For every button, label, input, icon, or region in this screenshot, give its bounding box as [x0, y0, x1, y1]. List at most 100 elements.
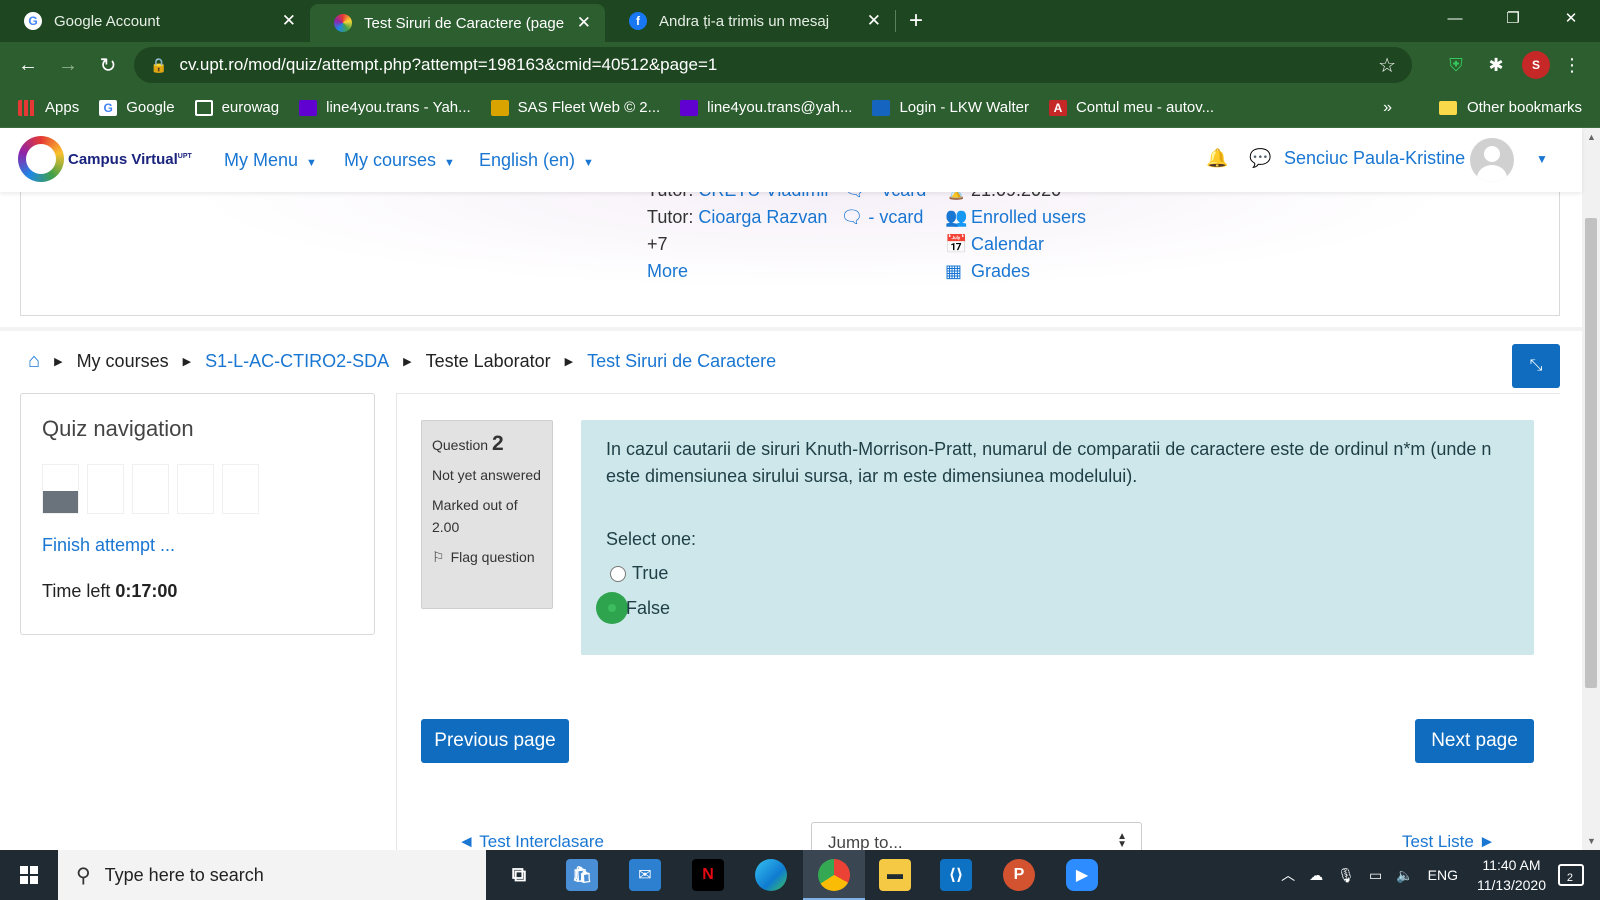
- my-courses-dropdown[interactable]: My courses ▼: [344, 150, 455, 171]
- tab-facebook[interactable]: f Andra ți-a trimis un mesaj ✕: [605, 0, 895, 42]
- bookmark-contul-meu[interactable]: A Contul meu - autov...: [1048, 99, 1214, 116]
- chat-icon[interactable]: 🗨: [840, 207, 863, 227]
- breadcrumb-course[interactable]: S1-L-AC-CTIRO2-SDA: [205, 351, 389, 372]
- bookmark-sas-fleet[interactable]: SAS Fleet Web © 2...: [490, 99, 660, 116]
- user-avatar[interactable]: [1470, 138, 1514, 182]
- question-nav-button-4[interactable]: [177, 464, 214, 514]
- minimize-icon[interactable]: —: [1426, 0, 1484, 36]
- address-bar[interactable]: 🔒 cv.upt.ro/mod/quiz/attempt.php?attempt…: [134, 47, 1412, 83]
- home-icon[interactable]: ⌂: [28, 350, 40, 373]
- scrollbar-thumb[interactable]: [1585, 218, 1597, 688]
- page-scrollbar[interactable]: ▲ ▼: [1582, 128, 1600, 850]
- bookmark-apps[interactable]: Apps: [18, 99, 79, 116]
- task-view-icon[interactable]: ⧉: [503, 859, 535, 891]
- vcard-link[interactable]: - vcard: [868, 207, 923, 227]
- tutor-row-2: Tutor: Cioarga Razvan 🗨 - vcard: [647, 207, 924, 227]
- bookmark-yahoo-1[interactable]: line4you.trans - Yah...: [299, 99, 471, 116]
- taskbar-search[interactable]: ⚲ Type here to search: [58, 850, 486, 900]
- finish-attempt-link[interactable]: Finish attempt ...: [42, 535, 175, 556]
- powerpoint-icon[interactable]: P: [1003, 859, 1035, 891]
- edge-icon[interactable]: [755, 859, 787, 891]
- store-icon[interactable]: 🛍: [566, 859, 598, 891]
- start-button[interactable]: [0, 850, 58, 900]
- user-name[interactable]: Senciuc Paula-Kristine: [1284, 148, 1465, 169]
- onedrive-icon[interactable]: ☁: [1309, 867, 1323, 884]
- my-menu-dropdown[interactable]: My Menu ▼: [224, 150, 317, 171]
- breadcrumb: ⌂ ▶ My courses ▶ S1-L-AC-CTIRO2-SDA ▶ Te…: [28, 350, 776, 373]
- question-nav-button-2[interactable]: [87, 464, 124, 514]
- bookmark-yahoo-2[interactable]: line4you.trans@yah...: [680, 99, 852, 116]
- previous-activity-link[interactable]: ◄ Test Interclasare: [458, 832, 604, 850]
- bookmark-lkw-walter[interactable]: Login - LKW Walter: [872, 99, 1029, 116]
- language-dropdown[interactable]: English (en) ▼: [479, 150, 594, 171]
- vscode-icon[interactable]: ⟨⟩: [940, 859, 972, 891]
- notifications-bell-icon[interactable]: 🔔: [1206, 148, 1228, 169]
- grades-link[interactable]: ▦ Grades: [945, 261, 1030, 282]
- file-explorer-icon[interactable]: ▬: [879, 859, 911, 891]
- bookmark-google[interactable]: G Google: [99, 99, 175, 116]
- question-nav-button-5[interactable]: [222, 464, 259, 514]
- close-window-icon[interactable]: ✕: [1542, 0, 1600, 36]
- more-bookmarks-button[interactable]: »: [1383, 99, 1392, 117]
- browser-menu-icon[interactable]: ⋮: [1558, 51, 1586, 79]
- collapse-fullscreen-button[interactable]: ⤡: [1512, 344, 1560, 388]
- flag-icon: ⚐: [432, 549, 445, 565]
- bookmark-eurowag[interactable]: eurowag: [194, 99, 279, 116]
- scroll-down-icon[interactable]: ▼: [1587, 836, 1596, 846]
- zoom-icon[interactable]: ▶: [1066, 859, 1098, 891]
- back-icon[interactable]: ←: [8, 45, 48, 85]
- question-nav-button-1[interactable]: [42, 464, 79, 514]
- restore-icon[interactable]: ❐: [1484, 0, 1542, 36]
- profile-avatar[interactable]: S: [1522, 51, 1550, 79]
- option-false[interactable]: False: [596, 592, 670, 624]
- user-menu-caret-icon[interactable]: ▼: [1536, 152, 1548, 166]
- previous-page-button[interactable]: Previous page: [421, 719, 569, 763]
- tutor-link[interactable]: CRETU Vladimir: [698, 192, 830, 200]
- calendar-link[interactable]: 📅 Calendar: [945, 234, 1044, 255]
- extensions-puzzle-icon[interactable]: ✱: [1482, 51, 1510, 79]
- notification-center-icon[interactable]: 2: [1558, 864, 1584, 886]
- close-tab-icon[interactable]: ✕: [577, 13, 591, 33]
- bookmark-star-icon[interactable]: ☆: [1378, 53, 1396, 78]
- jump-to-select[interactable]: Jump to... ▲ ▼: [811, 822, 1142, 850]
- option-true[interactable]: True: [610, 560, 668, 587]
- shield-extension-icon[interactable]: ⛨: [1442, 51, 1470, 79]
- tab-google-account[interactable]: G Google Account ✕: [0, 0, 310, 42]
- forward-icon[interactable]: →: [48, 45, 88, 85]
- close-tab-icon[interactable]: ✕: [282, 11, 296, 31]
- more-tutors-link[interactable]: More: [647, 261, 688, 282]
- chat-icon[interactable]: 🗨: [843, 192, 866, 200]
- enrolled-users-link[interactable]: 👥 Enrolled users: [945, 207, 1086, 228]
- site-logo[interactable]: Campus VirtualUPT: [18, 136, 192, 182]
- select-arrows-icon: ▲ ▼: [1117, 831, 1127, 850]
- clock[interactable]: 11:40 AM 11/13/2020: [1477, 855, 1546, 895]
- flag-question-button[interactable]: ⚐ Flag question: [432, 546, 542, 568]
- microphone-icon[interactable]: 🎙: [1337, 867, 1355, 884]
- other-bookmarks[interactable]: Other bookmarks: [1438, 99, 1582, 116]
- close-tab-icon[interactable]: ✕: [867, 11, 881, 31]
- next-activity-link[interactable]: Test Liste ►: [1402, 832, 1495, 850]
- vcard-link[interactable]: - vcard: [871, 192, 926, 200]
- new-tab-button[interactable]: +: [896, 0, 936, 42]
- tutor-link[interactable]: Cioarga Razvan: [698, 207, 827, 227]
- question-nav-button-3[interactable]: [132, 464, 169, 514]
- messages-bubble-icon[interactable]: 💬: [1249, 148, 1271, 169]
- reload-icon[interactable]: ↻: [88, 45, 128, 85]
- radio-false-selected[interactable]: [596, 592, 628, 624]
- language-indicator[interactable]: ENG: [1428, 867, 1458, 883]
- breadcrumb-my-courses[interactable]: My courses: [77, 351, 169, 372]
- next-page-button[interactable]: Next page: [1415, 719, 1534, 763]
- chrome-icon[interactable]: [818, 859, 850, 891]
- mail-icon[interactable]: ✉: [629, 859, 661, 891]
- radio-true[interactable]: [610, 565, 626, 582]
- lock-icon[interactable]: 🔒: [150, 57, 167, 74]
- tab-quiz-active[interactable]: Test Siruri de Caractere (page 2 o ✕: [310, 4, 605, 42]
- battery-icon[interactable]: ▭: [1369, 867, 1382, 884]
- scroll-up-icon[interactable]: ▲: [1587, 132, 1596, 142]
- calendar-icon: 📅: [945, 234, 968, 254]
- breadcrumb-quiz[interactable]: Test Siruri de Caractere: [587, 351, 776, 372]
- tray-chevron-icon[interactable]: ︿: [1281, 865, 1295, 885]
- netflix-icon[interactable]: N: [692, 859, 724, 891]
- volume-icon[interactable]: 🔈: [1396, 867, 1413, 884]
- breadcrumb-section[interactable]: Teste Laborator: [426, 351, 551, 372]
